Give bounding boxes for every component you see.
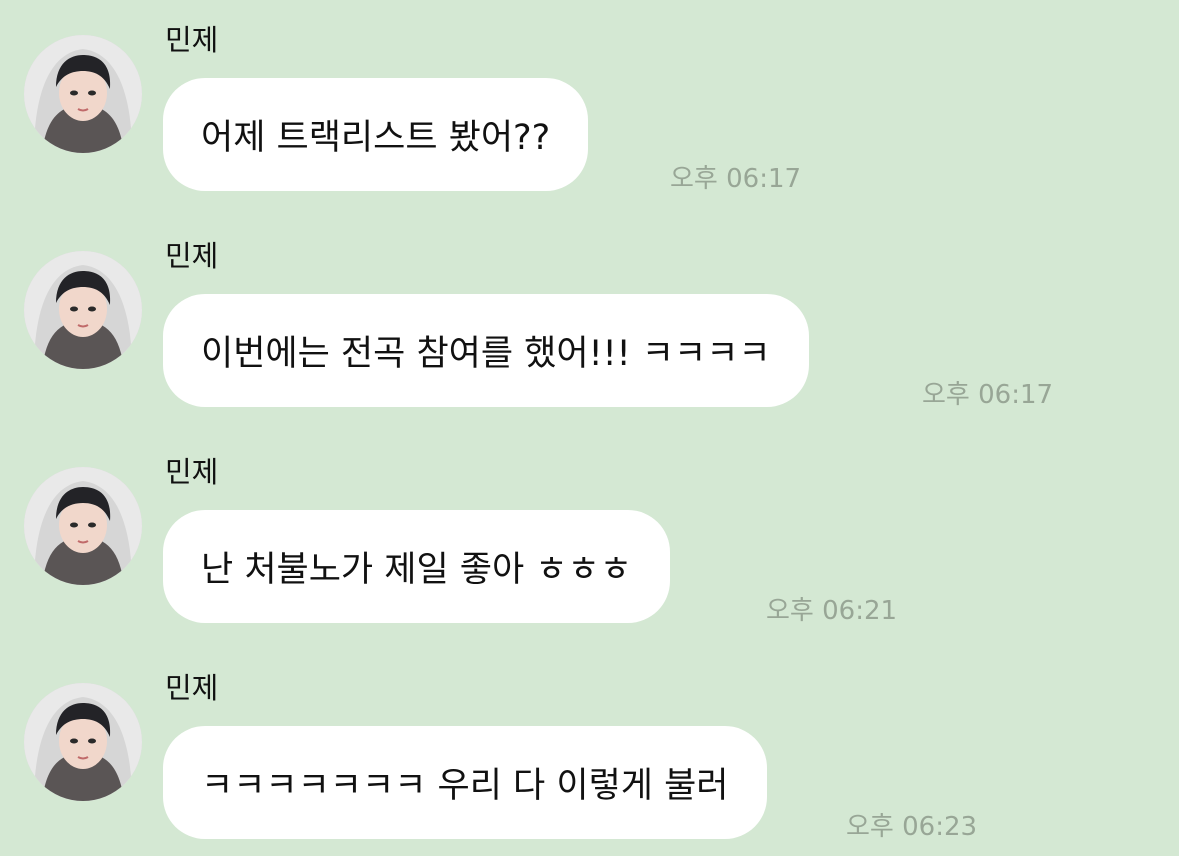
message-bubble[interactable]: 난 처불노가 제일 좋아 ㅎㅎㅎ [163, 510, 670, 623]
message-bubble[interactable]: ㅋㅋㅋㅋㅋㅋㅋ 우리 다 이렇게 불러 [163, 726, 767, 839]
message-row: 민제 이번에는 전곡 참여를 했어!!! ㅋㅋㅋㅋ 오후 06:17 [0, 216, 1179, 416]
message-timestamp: 오후 06:21 [766, 596, 898, 626]
profile-photo-icon [24, 35, 142, 153]
sender-name: 민제 [165, 455, 219, 489]
message-row: 민제 어제 트랙리스트 봤어?? 오후 06:17 [0, 0, 1179, 200]
message-row: 민제 난 처불노가 제일 좋아 ㅎㅎㅎ 오후 06:21 [0, 432, 1179, 632]
avatar[interactable] [24, 683, 142, 801]
sender-name: 민제 [165, 23, 219, 57]
message-timestamp: 오후 06:17 [670, 164, 802, 194]
message-bubble[interactable]: 어제 트랙리스트 봤어?? [163, 78, 589, 191]
profile-photo-icon [24, 251, 142, 369]
avatar[interactable] [24, 35, 142, 153]
avatar[interactable] [24, 467, 142, 585]
profile-photo-icon [24, 683, 142, 801]
profile-photo-icon [24, 467, 142, 585]
message-timestamp: 오후 06:23 [846, 812, 978, 842]
message-bubble[interactable]: 이번에는 전곡 참여를 했어!!! ㅋㅋㅋㅋ [163, 294, 809, 407]
message-row: 민제 ㅋㅋㅋㅋㅋㅋㅋ 우리 다 이렇게 불러 오후 06:23 [0, 648, 1179, 848]
sender-name: 민제 [165, 239, 219, 273]
sender-name: 민제 [165, 671, 219, 705]
message-timestamp: 오후 06:17 [922, 380, 1054, 410]
avatar[interactable] [24, 251, 142, 369]
